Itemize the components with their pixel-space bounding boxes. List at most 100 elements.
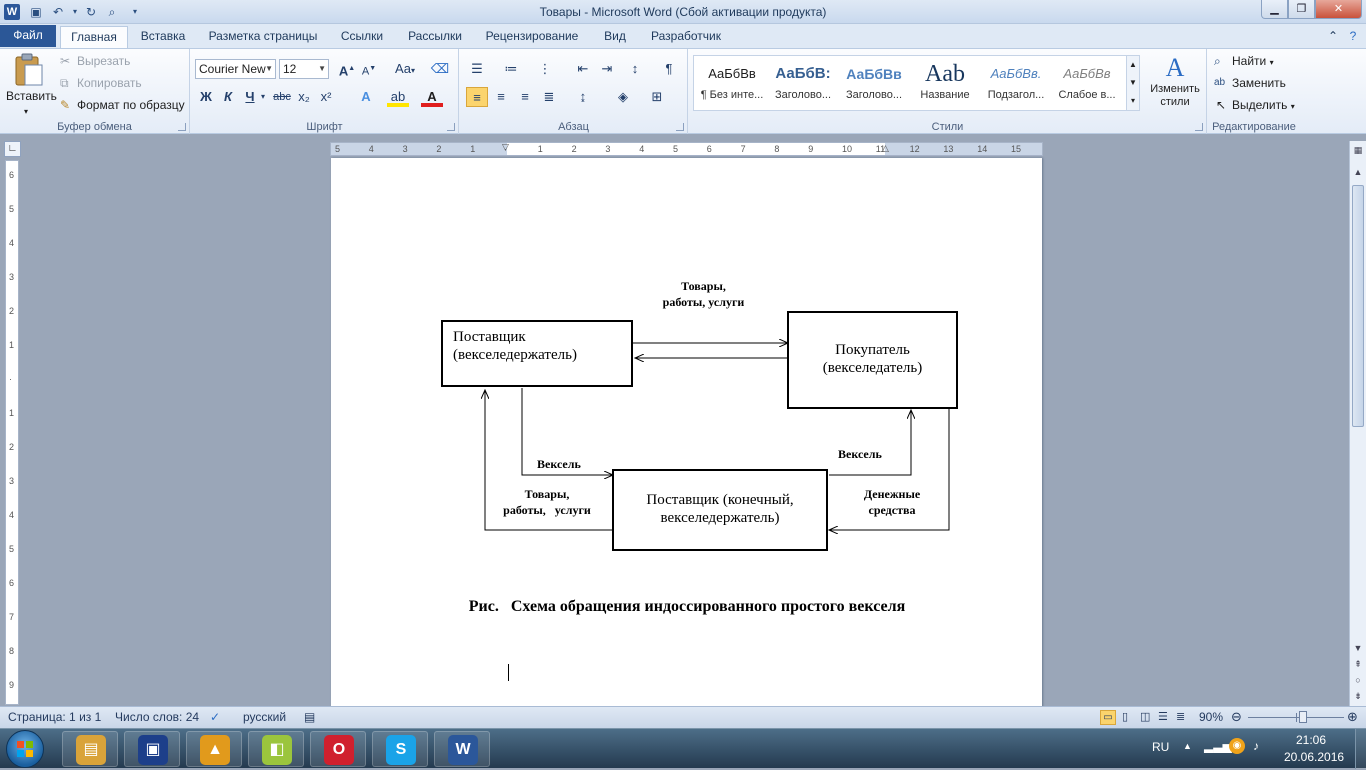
next-page-icon[interactable]: ⇟ xyxy=(1351,689,1365,703)
zoom-out-icon[interactable]: ⊖ xyxy=(1231,709,1242,725)
paste-icon[interactable] xyxy=(12,53,44,87)
tab-home[interactable]: Главная xyxy=(60,26,128,48)
right-indent-icon[interactable]: △ xyxy=(882,143,889,154)
change-styles-button[interactable]: A Изменить стили xyxy=(1147,53,1203,117)
collapse-ribbon-icon[interactable]: ⌃ xyxy=(1324,26,1342,48)
font-name-combo[interactable]: Courier New ▼ xyxy=(195,59,276,79)
shrink-font-button[interactable]: A▼ xyxy=(358,59,380,79)
signal-icon[interactable]: ▂▃▅ xyxy=(1204,739,1232,753)
zoom-level[interactable]: 90% xyxy=(1199,710,1223,724)
paste-button[interactable]: Вставить xyxy=(6,87,57,105)
previous-page-icon[interactable]: ⇞ xyxy=(1351,657,1365,671)
style-heading-1[interactable]: АаБбВ: Заголово... xyxy=(768,59,838,107)
tab-file[interactable]: Файл xyxy=(0,25,56,47)
clock-date[interactable]: 20.06.2016 xyxy=(1284,750,1344,764)
outline-icon[interactable]: ☰ xyxy=(1158,710,1168,723)
macro-recording-icon[interactable]: ▤ xyxy=(304,710,315,724)
maximize-button[interactable]: ❐ xyxy=(1288,0,1315,19)
tab-insert[interactable]: Вставка xyxy=(132,26,194,48)
minimize-button[interactable]: ▁ xyxy=(1261,0,1288,19)
word-count[interactable]: Число слов: 24 xyxy=(115,710,199,724)
align-right-icon[interactable]: ≡ xyxy=(514,87,536,107)
tab-selector-icon[interactable]: ∟ xyxy=(4,141,21,157)
select-button[interactable]: Выделить ▾ xyxy=(1232,96,1295,116)
tab-view[interactable]: Вид xyxy=(594,26,636,48)
styles-launcher-icon[interactable] xyxy=(1195,123,1203,131)
browse-object-icon[interactable]: ○ xyxy=(1351,673,1365,687)
page-count[interactable]: Страница: 1 из 1 xyxy=(8,710,101,724)
font-launcher-icon[interactable] xyxy=(447,123,455,131)
ruler-toggle-icon[interactable]: ▦ xyxy=(1351,143,1365,157)
proofing-icon[interactable]: ✓ xyxy=(210,710,220,724)
scroll-thumb[interactable] xyxy=(1352,185,1364,427)
shading-icon[interactable]: ◈ xyxy=(612,87,634,107)
clear-formatting-icon[interactable]: ⌫ xyxy=(429,59,451,79)
web-layout-icon[interactable]: ◫ xyxy=(1140,710,1150,723)
taskbar-app-skype[interactable]: S xyxy=(372,731,428,767)
italic-button[interactable]: К xyxy=(217,87,239,107)
bullets-icon[interactable]: ☰ xyxy=(466,59,488,79)
bold-button[interactable]: Ж xyxy=(195,87,217,107)
multilevel-list-icon[interactable]: ⋮ xyxy=(534,59,556,79)
draft-icon[interactable]: ≣ xyxy=(1176,710,1185,723)
tab-mailings[interactable]: Рассылки xyxy=(400,26,470,48)
cut-button[interactable]: Вырезать xyxy=(77,52,130,70)
align-left-icon[interactable]: ≡ xyxy=(466,87,488,107)
highlight-icon[interactable]: ab xyxy=(387,87,409,107)
horizontal-ruler[interactable]: 5 4 3 2 1 · 1 2 3 4 5 6 7 8 9 10 11 12 13 14 15 ▽ △ xyxy=(330,142,1043,156)
show-hidden-icons-icon[interactable]: ▲ xyxy=(1183,741,1192,751)
tab-references[interactable]: Ссылки xyxy=(332,26,392,48)
paste-dropdown-icon[interactable]: ▾ xyxy=(24,103,28,121)
help-icon[interactable]: ? xyxy=(1344,26,1362,48)
taskbar-app-opera[interactable]: O xyxy=(310,731,366,767)
superscript-button[interactable]: x² xyxy=(315,87,337,107)
justify-icon[interactable]: ≣ xyxy=(538,87,560,107)
close-button[interactable]: ✕ xyxy=(1315,0,1362,19)
font-color-icon[interactable]: A xyxy=(421,87,443,107)
clock-time[interactable]: 21:06 xyxy=(1296,733,1326,747)
strikethrough-button[interactable]: abc xyxy=(271,87,293,107)
language-tray[interactable]: RU xyxy=(1152,740,1169,754)
style-normal[interactable]: АаБбВв ¶ Без инте... xyxy=(697,59,767,107)
borders-icon[interactable]: ⊞ xyxy=(646,87,668,107)
tab-page-layout[interactable]: Разметка страницы xyxy=(198,26,328,48)
style-subtitle[interactable]: АаБбВв. Подзагол... xyxy=(981,59,1051,107)
align-center-icon[interactable]: ≡ xyxy=(490,87,512,107)
paragraph-launcher-icon[interactable] xyxy=(676,123,684,131)
clipboard-launcher-icon[interactable] xyxy=(178,123,186,131)
taskbar-app-aimp[interactable]: ▲ xyxy=(186,731,242,767)
subscript-button[interactable]: x₂ xyxy=(293,87,315,107)
taskbar-app-image-viewer[interactable]: ◧ xyxy=(248,731,304,767)
numbering-icon[interactable]: ≔ xyxy=(500,59,522,79)
show-marks-icon[interactable]: ¶ xyxy=(658,59,680,79)
style-title[interactable]: Aab Название xyxy=(910,59,980,107)
decrease-indent-icon[interactable]: ⇤ xyxy=(572,59,594,79)
taskbar-app-explorer[interactable]: ▤ xyxy=(62,731,118,767)
find-button[interactable]: Найти ▾ xyxy=(1232,52,1274,72)
underline-dropdown-icon[interactable]: ▾ xyxy=(257,87,269,107)
start-button[interactable] xyxy=(6,730,44,768)
scroll-up-icon[interactable]: ▲ xyxy=(1351,165,1365,179)
full-screen-reading-icon[interactable]: ▯ xyxy=(1122,710,1128,723)
document-page[interactable]: Поставщик (векселедержатель) Покупатель … xyxy=(331,158,1042,718)
vertical-ruler[interactable]: 6 5 4 3 2 1 · 1 2 3 4 5 6 7 8 9 xyxy=(5,160,19,705)
volume-icon[interactable]: ♪ xyxy=(1253,739,1259,753)
taskbar-app-word[interactable]: W xyxy=(434,731,490,767)
change-case-button[interactable]: Aa▾ xyxy=(391,59,419,79)
zoom-slider-thumb[interactable] xyxy=(1298,711,1307,723)
line-spacing-icon[interactable]: ↨ xyxy=(572,87,594,107)
vertical-scrollbar[interactable]: ▦ ▲ ▼ ⇞ ○ ⇟ xyxy=(1349,141,1366,706)
zoom-in-icon[interactable]: ⊕ xyxy=(1347,709,1358,725)
first-line-indent-icon[interactable]: ▽ xyxy=(502,142,509,153)
language-indicator[interactable]: русский xyxy=(243,710,286,724)
grow-font-button[interactable]: A▲ xyxy=(336,59,358,79)
style-subtle-emphasis[interactable]: АаБбВв Слабое в... xyxy=(1052,59,1122,107)
font-size-combo[interactable]: 12 ▼ xyxy=(279,59,329,79)
show-desktop-button[interactable] xyxy=(1355,729,1366,769)
styles-scroll[interactable]: ▲ ▼ ▾ xyxy=(1126,55,1140,111)
replace-button[interactable]: Заменить xyxy=(1232,74,1286,92)
sort-icon[interactable]: ↕ xyxy=(624,59,646,79)
print-layout-icon[interactable]: ▭ xyxy=(1100,710,1116,725)
taskbar-app-save-app[interactable]: ▣ xyxy=(124,731,180,767)
copy-button[interactable]: Копировать xyxy=(77,74,142,92)
